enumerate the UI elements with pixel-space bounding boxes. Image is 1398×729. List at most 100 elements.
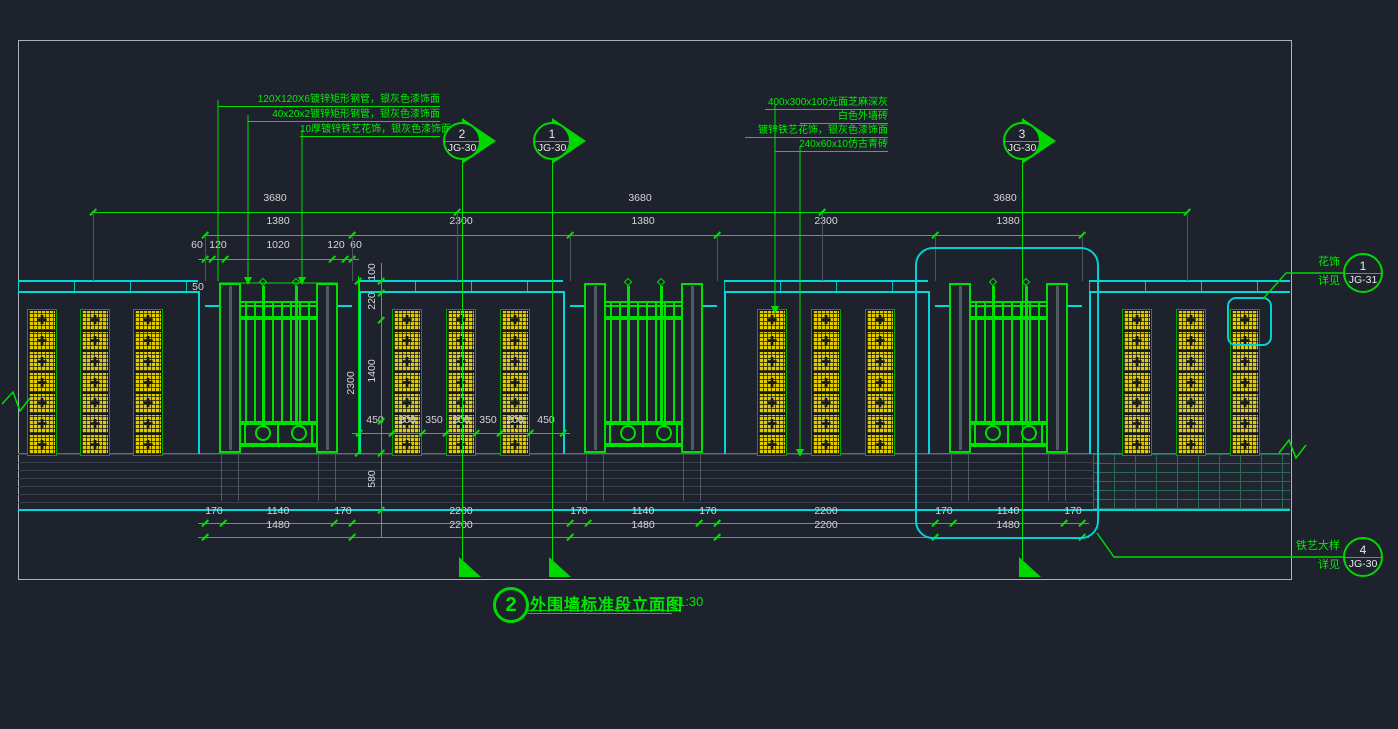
dim-label: 50	[192, 281, 204, 293]
post-shade	[691, 286, 694, 450]
flower-block: ✚	[82, 352, 108, 371]
ring-band-bar	[676, 425, 678, 443]
extension-line	[352, 237, 353, 281]
pier-extension	[335, 453, 336, 501]
leaf-finial-icon	[624, 278, 632, 286]
flower-block: ✚	[1124, 373, 1150, 392]
flower-block: ✚	[759, 332, 785, 351]
flower-block: ✚	[135, 352, 161, 371]
finial-bar	[262, 286, 265, 421]
pier-extension	[318, 453, 319, 501]
flower-block: ✚	[29, 435, 55, 454]
flower-block: ✚	[813, 311, 839, 330]
flower-panel: ✚✚✚✚✚✚✚	[811, 309, 841, 456]
ring-band-bar	[609, 425, 611, 443]
callout-bubble-flower[interactable]: 1 JG-31	[1343, 253, 1383, 293]
wall-coping	[724, 280, 928, 293]
fence-bar	[299, 301, 301, 421]
callout-number: 1	[1360, 260, 1367, 272]
dim-label: 1380	[631, 215, 654, 227]
flower-block: ✚	[867, 311, 893, 330]
wall-coping	[359, 280, 563, 293]
fence-section	[570, 278, 717, 523]
pier-cap	[703, 305, 717, 307]
flower-block: ✚	[867, 332, 893, 351]
finial-bar	[295, 286, 298, 421]
flower-block: ✚	[82, 435, 108, 454]
dim-label: 350	[425, 414, 443, 426]
flower-block: ✚	[29, 332, 55, 351]
flower-panel: ✚✚✚✚✚✚✚	[133, 309, 163, 456]
dim-label: 3680	[628, 192, 651, 204]
flower-block: ✚	[135, 394, 161, 413]
wall-edge	[198, 291, 200, 454]
pier-extension	[221, 453, 222, 501]
dim-label: 1020	[266, 239, 289, 251]
leaf-finial-icon	[259, 278, 267, 286]
fence-bar	[664, 301, 666, 421]
flower-block: ✚	[394, 332, 420, 351]
flower-block: ✚	[82, 394, 108, 413]
fence-top-rail	[241, 301, 316, 307]
dim-label: 2200	[449, 505, 472, 517]
callout-bubble-ironwork[interactable]: 4 JG-30	[1343, 537, 1383, 577]
fence-upper-rail	[241, 316, 316, 320]
flower-block: ✚	[1232, 415, 1258, 434]
dim-line	[352, 433, 570, 434]
fence-bottom-rail	[241, 443, 316, 447]
pier-cap	[338, 305, 352, 307]
detail-number: 3	[1019, 128, 1026, 140]
flower-block: ✚	[135, 373, 161, 392]
cad-viewport[interactable]: ✚✚✚✚✚✚✚✚✚✚✚✚✚✚✚✚✚✚✚✚✚✚✚✚✚✚✚✚✚✚✚✚✚✚✚✚✚✚✚✚…	[0, 0, 1398, 729]
flower-block: ✚	[813, 394, 839, 413]
dim-label: 120	[209, 239, 227, 251]
flower-block: ✚	[1178, 435, 1204, 454]
callout-sheet: JG-30	[1349, 559, 1378, 570]
flower-block: ✚	[448, 435, 474, 454]
flower-block: ✚	[502, 332, 528, 351]
flower-block: ✚	[1124, 415, 1150, 434]
flower-block: ✚	[759, 415, 785, 434]
extension-line	[717, 237, 718, 281]
flower-block: ✚	[82, 373, 108, 392]
extension-line	[570, 237, 571, 281]
flower-block: ✚	[394, 311, 420, 330]
wall-edge	[724, 291, 726, 454]
flower-block: ✚	[502, 394, 528, 413]
flower-block: ✚	[1124, 435, 1150, 454]
pier-extension	[683, 453, 684, 501]
flower-block: ✚	[29, 415, 55, 434]
flower-block: ✚	[448, 394, 474, 413]
ring-ornament	[620, 425, 636, 441]
flower-block: ✚	[813, 332, 839, 351]
flower-block: ✚	[813, 415, 839, 434]
dim-label: 60	[191, 239, 203, 251]
fence-bar	[637, 301, 639, 421]
dim-label: 200	[506, 414, 524, 426]
flower-block: ✚	[82, 311, 108, 330]
fence-bar	[619, 301, 621, 421]
flower-block-highlight	[1227, 297, 1272, 346]
material-note: 240x60x10仿古青砖	[775, 135, 888, 152]
dim-label: 170	[205, 505, 223, 517]
flower-block: ✚	[1178, 373, 1204, 392]
flower-block: ✚	[29, 394, 55, 413]
fence-bar	[245, 301, 247, 421]
detail-bubble[interactable]: 1 JG-30	[533, 122, 571, 160]
callout-label: 详见	[1288, 556, 1340, 572]
flower-block: ✚	[867, 415, 893, 434]
dim-label-vertical: 1400	[366, 359, 378, 382]
fence-top-rail	[606, 301, 681, 307]
dim-label-vertical: 100	[366, 263, 378, 281]
flower-block: ✚	[82, 332, 108, 351]
detail-sheet: JG-30	[448, 143, 477, 154]
detail-bubble[interactable]: 3 JG-30	[1003, 122, 1041, 160]
leaf-finial-icon	[292, 278, 300, 286]
dim-label: 200	[398, 414, 416, 426]
detail-bubble[interactable]: 2 JG-30	[443, 122, 481, 160]
fence-bar	[646, 301, 648, 421]
flower-block: ✚	[759, 352, 785, 371]
wall-coping	[18, 280, 198, 293]
detail-sheet: JG-30	[538, 143, 567, 154]
brick-hatch-band	[1093, 454, 1290, 509]
